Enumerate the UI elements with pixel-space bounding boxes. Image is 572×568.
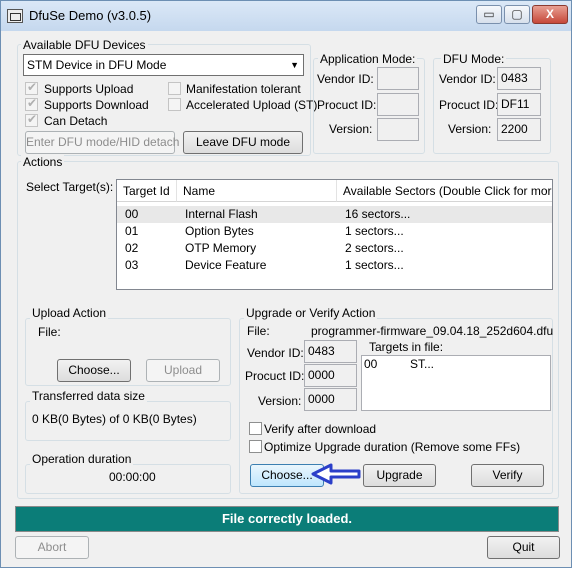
app-version-label: Version:	[329, 122, 373, 136]
transferred-value: 0 KB(0 Bytes) of 0 KB(0 Bytes)	[32, 412, 197, 426]
status-bar: File correctly loaded.	[15, 506, 559, 532]
upload-choose-button[interactable]: Choose...	[57, 359, 131, 382]
upgrade-action-label: Upgrade or Verify Action	[244, 306, 378, 320]
column-header-sectors[interactable]: Available Sectors (Double Click for more…	[337, 180, 552, 202]
dfu-vendor-id-field: 0483	[497, 67, 541, 90]
app-version-field	[377, 118, 419, 141]
target-name: OTP Memory	[185, 241, 257, 255]
dfu-version-label: Version:	[448, 122, 492, 136]
verify-button[interactable]: Verify	[471, 464, 544, 487]
abort-button[interactable]: Abort	[15, 536, 89, 559]
dfu-version-field: 2200	[497, 118, 541, 141]
app-procuct-id-field	[377, 93, 419, 116]
dfu-procuct-id-field: DF11	[497, 93, 541, 116]
upgrade-version-field: 0000	[304, 388, 357, 411]
upload-button[interactable]: Upload	[146, 359, 220, 382]
verify-after-download-checkbox[interactable]	[249, 422, 262, 435]
optimize-upgrade-checkbox[interactable]	[249, 440, 262, 453]
target-id: 00	[125, 207, 139, 221]
dfu-procuct-id-label: Procuct ID:	[439, 98, 499, 112]
supports-download-checkbox: ✔	[25, 96, 38, 111]
target-name: Internal Flash	[185, 207, 258, 221]
targets-list[interactable]: Target Id Name Available Sectors (Double…	[116, 179, 553, 290]
optimize-upgrade-label: Optimize Upgrade duration (Remove some F…	[264, 440, 521, 454]
duration-value: 00:00:00	[109, 470, 156, 484]
app-procuct-id-label: Procuct ID:	[317, 98, 377, 112]
check-icon: ✔	[27, 80, 38, 94]
upload-action-label: Upload Action	[30, 306, 109, 320]
quit-button[interactable]: Quit	[487, 536, 560, 559]
target-sectors: 2 sectors...	[345, 241, 404, 255]
target-name: Device Feature	[185, 258, 267, 272]
target-id: 01	[125, 224, 139, 238]
target-row[interactable]: 03 Device Feature 1 sectors...	[117, 257, 552, 274]
minimize-button[interactable]: ▭	[476, 5, 502, 24]
upgrade-vendor-id-field: 0483	[304, 340, 357, 363]
upgrade-vendor-id-label: Vendor ID:	[247, 346, 304, 360]
available-devices-label: Available DFU Devices	[21, 38, 148, 52]
select-targets-label: Select Target(s):	[26, 180, 114, 194]
dfu-mode-label: DFU Mode:	[441, 52, 507, 66]
upload-file-label: File:	[38, 325, 61, 339]
manifestation-tolerant-label: Manifestation tolerant	[186, 82, 301, 96]
can-detach-label: Can Detach	[44, 114, 108, 128]
upgrade-button[interactable]: Upgrade	[363, 464, 436, 487]
transferred-label: Transferred data size	[30, 389, 147, 403]
leave-dfu-mode-button[interactable]: Leave DFU mode	[183, 131, 303, 154]
actions-label: Actions	[21, 155, 65, 169]
manifestation-tolerant-checkbox	[168, 82, 181, 95]
target-row[interactable]: 00 Internal Flash 16 sectors...	[117, 206, 552, 223]
maximize-button[interactable]: ▢	[504, 5, 530, 24]
column-header-name[interactable]: Name	[177, 180, 337, 202]
target-row[interactable]: 02 OTP Memory 2 sectors...	[117, 240, 552, 257]
close-button[interactable]: X	[532, 5, 568, 24]
upgrade-procuct-id-field: 0000	[304, 364, 357, 387]
supports-upload-checkbox: ✔	[25, 80, 38, 95]
app-vendor-id-label: Vendor ID:	[317, 72, 374, 86]
device-select-value: STM Device in DFU Mode	[27, 58, 167, 72]
chevron-down-icon: ▼	[290, 60, 299, 70]
target-sectors: 16 sectors...	[345, 207, 411, 221]
upgrade-file-name: programmer-firmware_09.04.18_252d604.dfu	[311, 324, 554, 338]
targets-in-file-id: 00	[364, 357, 378, 371]
target-name: Option Bytes	[185, 224, 254, 238]
accelerated-upload-label: Accelerated Upload (ST)	[186, 98, 318, 112]
check-icon: ✔	[27, 112, 38, 126]
target-sectors: 1 sectors...	[345, 258, 404, 272]
verify-after-download-label: Verify after download	[264, 422, 377, 436]
duration-label: Operation duration	[30, 452, 134, 466]
window-title: DfuSe Demo (v3.0.5)	[29, 8, 152, 23]
column-header-target-id[interactable]: Target Id	[117, 180, 177, 202]
can-detach-checkbox: ✔	[25, 112, 38, 127]
dfuse-window: DfuSe Demo (v3.0.5) ▭ ▢ X Available DFU …	[0, 0, 572, 568]
supports-upload-label: Supports Upload	[44, 82, 134, 96]
accelerated-upload-checkbox	[168, 98, 181, 111]
arrow-pointer-icon	[311, 463, 361, 485]
app-vendor-id-field	[377, 67, 419, 90]
title-bar: DfuSe Demo (v3.0.5) ▭ ▢ X	[1, 1, 571, 31]
targets-in-file-name: ST...	[410, 357, 435, 371]
enter-dfu-mode-button[interactable]: Enter DFU mode/HID detach	[25, 131, 179, 154]
upgrade-version-label: Version:	[258, 394, 302, 408]
check-icon: ✔	[27, 96, 38, 110]
app-icon	[7, 9, 23, 23]
target-row[interactable]: 01 Option Bytes 1 sectors...	[117, 223, 552, 240]
target-id: 03	[125, 258, 139, 272]
dfu-vendor-id-label: Vendor ID:	[439, 72, 496, 86]
upgrade-procuct-id-label: Procuct ID:	[245, 369, 305, 383]
supports-download-label: Supports Download	[44, 98, 149, 112]
application-mode-label: Application Mode:	[318, 52, 418, 66]
targets-in-file-list[interactable]: 00 ST...	[361, 355, 551, 411]
device-select[interactable]: STM Device in DFU Mode ▼	[23, 54, 304, 76]
upgrade-file-label: File:	[247, 324, 270, 338]
target-id: 02	[125, 241, 139, 255]
targets-in-file-label: Targets in file:	[369, 340, 444, 354]
target-sectors: 1 sectors...	[345, 224, 404, 238]
